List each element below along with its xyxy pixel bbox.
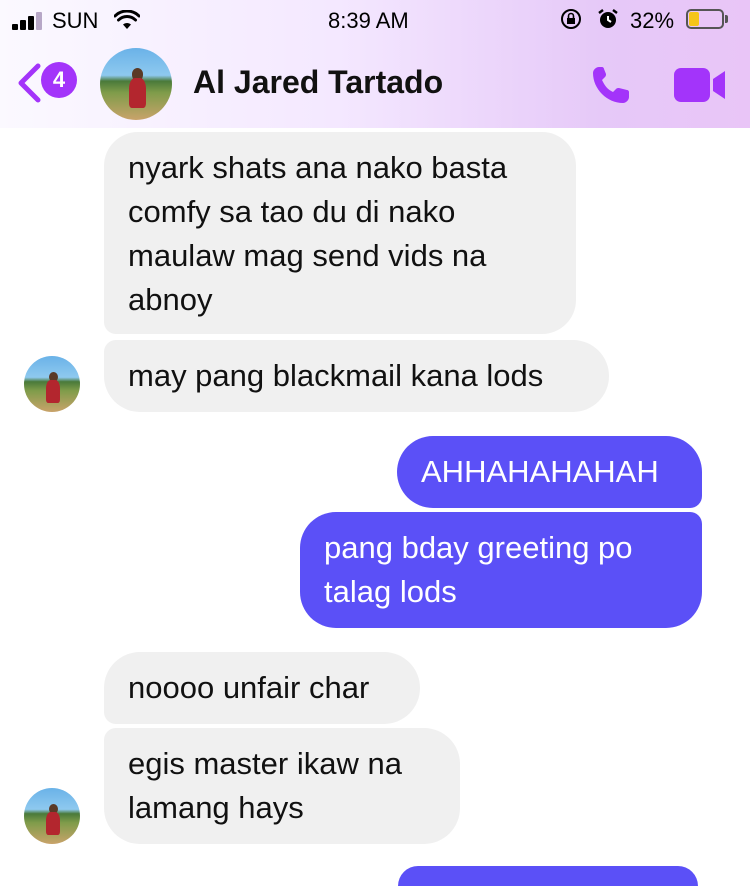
phone-icon[interactable] [590,64,636,106]
contact-name[interactable]: Al Jared Tartado [193,64,443,101]
battery-percent: 32% [630,8,675,33]
message-bubble-outgoing-partial[interactable] [398,866,698,886]
unread-badge: 4 [41,62,77,98]
wifi-icon [114,10,140,29]
alarm-icon [598,9,618,28]
message-bubble-outgoing[interactable]: AHHAHAHAHAH [397,436,702,508]
status-bar: SUN 8:39 AM 32% [0,0,750,40]
contact-avatar-small[interactable] [24,356,80,412]
message-bubble-incoming[interactable]: may pang blackmail kana lods [104,340,609,412]
message-bubble-incoming[interactable]: egis master ikaw na lamang hays [104,728,460,844]
chat-header: SUN 8:39 AM 32% 4 Al Jared Tartado [0,0,750,128]
back-chevron-icon [18,63,41,103]
battery-icon [686,9,730,31]
signal-icon [12,10,48,30]
message-bubble-incoming[interactable]: nyark shats ana nako basta comfy sa tao … [104,132,576,334]
rotation-lock-icon [561,9,581,29]
carrier-label: SUN [52,8,99,33]
contact-avatar[interactable] [100,48,172,120]
video-camera-icon[interactable] [672,66,728,104]
message-bubble-incoming[interactable]: noooo unfair char [104,652,420,724]
message-bubble-outgoing[interactable]: pang bday greeting po talag lods [300,512,702,628]
status-time: 8:39 AM [328,8,409,33]
contact-avatar-small[interactable] [24,788,80,844]
battery-level-fill [689,12,699,26]
back-button[interactable]: 4 [16,60,86,108]
